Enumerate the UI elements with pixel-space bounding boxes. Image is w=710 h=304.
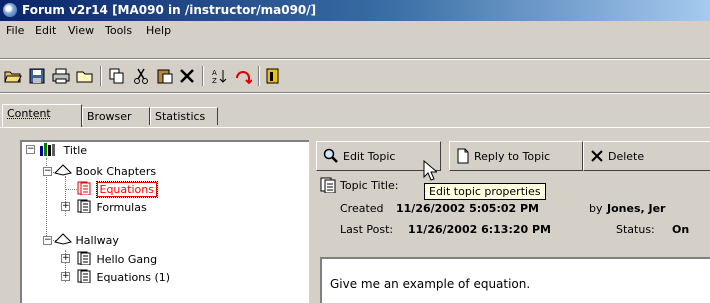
tree-node-label: Hallway — [75, 234, 119, 247]
toolbar-separator-line — [0, 92, 710, 94]
topic-title-label: Topic Title: — [340, 179, 399, 192]
delete-topic-button[interactable]: Delete — [583, 141, 710, 171]
created-label: Created — [340, 202, 384, 215]
menu-edit[interactable]: Edit — [35, 24, 56, 37]
status-label: Status: — [616, 223, 655, 236]
svg-text:Z: Z — [212, 77, 217, 84]
tree-expand-toggle[interactable]: + — [61, 202, 70, 211]
new-page-icon — [457, 148, 469, 164]
tree-collapse-toggle[interactable]: − — [43, 167, 52, 176]
menu-help[interactable]: Help — [146, 24, 171, 37]
topic-icon — [77, 269, 91, 284]
sort-icon[interactable]: AZ — [210, 67, 228, 85]
tree-node-equations-1[interactable]: Equations (1) — [77, 269, 170, 285]
tree-node-label: Book Chapters — [75, 165, 157, 178]
refresh-icon[interactable] — [234, 67, 252, 85]
tree-node-book-chapters[interactable]: Book Chapters — [54, 164, 156, 180]
tree-collapse-toggle[interactable]: − — [26, 145, 35, 154]
tab-browser[interactable]: Browser — [82, 107, 150, 125]
topic-icon — [320, 177, 336, 193]
topic-icon — [77, 251, 91, 266]
tree-node-label: Formulas — [96, 201, 147, 214]
topic-icon — [77, 199, 91, 214]
library-icon — [40, 143, 55, 156]
toolbar-separator — [258, 66, 260, 86]
last-post-value: 11/26/2002 6:13:20 PM — [408, 223, 551, 236]
author-value: Jones, Jer — [607, 202, 666, 215]
topic-body-text: Give me an example of equation. — [330, 277, 531, 291]
open-folder-icon[interactable] — [4, 67, 22, 85]
tree-expand-toggle[interactable]: + — [61, 254, 70, 263]
reply-to-topic-button[interactable]: Reply to Topic — [449, 141, 583, 171]
tab-browser-label: Browser — [87, 110, 132, 123]
copy-icon[interactable] — [108, 67, 126, 85]
tree-node-equations[interactable]: Equations — [77, 181, 158, 198]
menu-file[interactable]: File — [6, 24, 24, 37]
paste-icon[interactable] — [156, 67, 174, 85]
category-icon — [54, 164, 72, 176]
window-title: Forum v2r14 [MA090 in /instructor/ma090/… — [22, 3, 317, 17]
toolbar-separator — [202, 66, 204, 86]
menu-bar: File Edit View Tools Help — [0, 21, 710, 40]
app-icon[interactable] — [3, 3, 17, 17]
by-label: by — [589, 202, 603, 215]
content-tree[interactable]: − Title − Book Chapters Equations + Form… — [20, 140, 309, 303]
tooltip-text: Edit topic properties — [429, 185, 541, 198]
magnifier-icon — [323, 148, 338, 163]
created-value: 11/26/2002 5:05:02 PM — [396, 202, 539, 215]
category-icon — [54, 233, 72, 245]
menu-tools[interactable]: Tools — [105, 24, 132, 37]
tree-collapse-toggle[interactable]: − — [43, 236, 52, 245]
delete-x-icon — [591, 150, 603, 162]
title-bar[interactable]: Forum v2r14 [MA090 in /instructor/ma090/… — [0, 0, 710, 21]
exit-icon[interactable] — [264, 67, 282, 85]
tree-node-hello-gang[interactable]: Hello Gang — [77, 251, 157, 267]
status-value: On — [672, 223, 690, 236]
tab-content-label: Content — [7, 107, 51, 120]
print-icon[interactable] — [52, 67, 70, 85]
tree-node-title[interactable]: Title — [38, 142, 87, 158]
tree-node-label: Equations (1) — [96, 271, 171, 284]
topic-body[interactable]: Give me an example of equation. — [320, 257, 710, 303]
save-icon[interactable] — [28, 67, 46, 85]
topic-panel: Edit Topic Reply to Topic Delete Topic T… — [316, 141, 710, 303]
new-folder-icon[interactable] — [76, 67, 94, 85]
tab-content[interactable]: Content — [2, 104, 82, 127]
menu-view[interactable]: View — [68, 24, 94, 37]
tab-statistics[interactable]: Statistics — [150, 107, 218, 125]
tree-connector — [65, 189, 77, 190]
toolbar: AZ — [0, 60, 710, 90]
delete-topic-label: Delete — [608, 149, 645, 163]
reply-to-topic-label: Reply to Topic — [474, 149, 551, 163]
tree-node-hallway[interactable]: Hallway — [54, 233, 119, 249]
svg-text:A: A — [212, 69, 217, 77]
tab-statistics-label: Statistics — [155, 110, 206, 123]
last-post-label: Last Post: — [340, 223, 394, 236]
mouse-cursor-icon — [423, 160, 437, 181]
toolbar-separator — [100, 66, 102, 86]
tree-node-formulas[interactable]: Formulas — [77, 199, 147, 215]
cut-icon[interactable] — [132, 67, 150, 85]
tooltip: Edit topic properties — [424, 183, 546, 200]
delete-icon[interactable] — [178, 67, 196, 85]
edit-topic-label: Edit Topic — [343, 149, 396, 163]
tree-expand-toggle[interactable]: + — [61, 272, 70, 281]
topic-icon — [77, 181, 91, 196]
tree-node-title-label: Title — [63, 144, 88, 157]
tree-node-label: Equations — [95, 181, 158, 198]
tree-node-label: Hello Gang — [96, 253, 158, 266]
